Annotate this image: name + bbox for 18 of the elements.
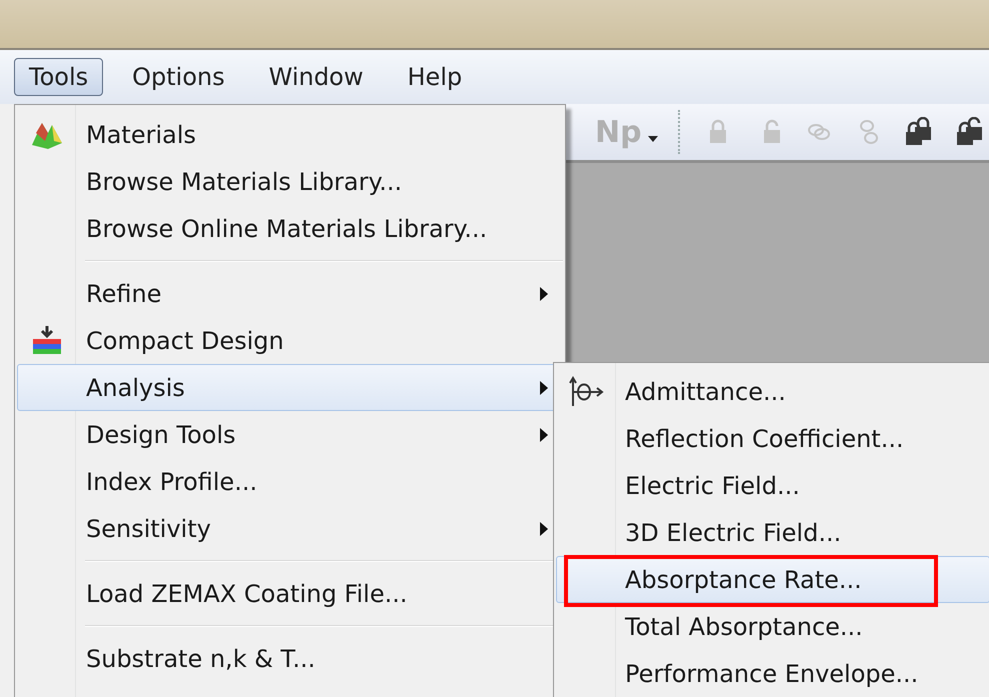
menu-item[interactable]: Materials [17,111,563,158]
menu-title[interactable]: Options [117,58,240,96]
menu-item[interactable]: Refine [17,270,563,317]
menu-item[interactable]: Reflection Coefficient... [556,415,989,462]
layers-icon [31,324,63,356]
menu-item[interactable]: 3D Electric Field... [556,509,989,556]
menu-item[interactable]: Total Absorptance... [556,603,989,650]
plot-icon [568,376,604,408]
menu-item[interactable]: Browse Online Materials Library... [17,205,563,252]
caret-icon[interactable] [648,136,658,142]
menu-title[interactable]: Help [392,58,478,96]
menu-title[interactable]: Tools [14,58,104,96]
lock-all-icon[interactable] [904,117,934,147]
menu-title[interactable]: Window [254,58,378,96]
menu-item[interactable]: Performance Envelope... [556,650,989,697]
menu-item[interactable]: Electric Field... [556,462,989,509]
menu-item[interactable]: Compact Design [17,317,563,364]
menu-item[interactable]: Browse Materials Library... [17,158,563,205]
